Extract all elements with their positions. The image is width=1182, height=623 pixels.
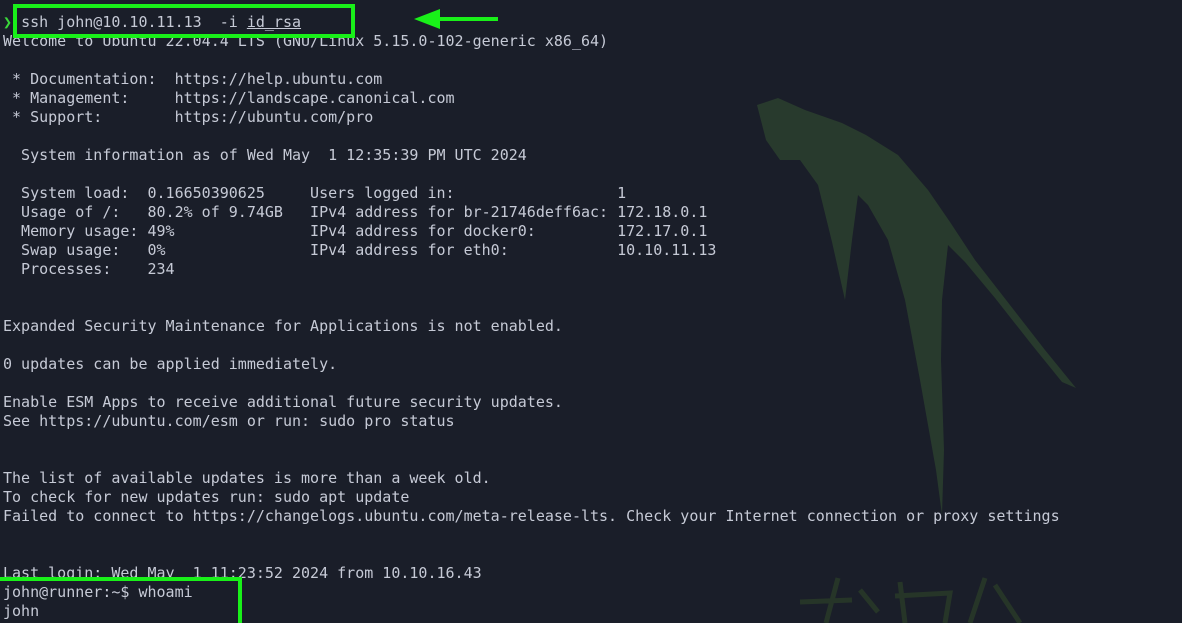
support-link-line: * Support: https://ubuntu.com/pro xyxy=(3,108,374,126)
esm-enable-message: Enable ESM Apps to receive additional fu… xyxy=(3,393,563,411)
updates-old-message: The list of available updates is more th… xyxy=(3,469,491,487)
esm-see-message: See https://ubuntu.com/esm or run: sudo … xyxy=(3,412,455,430)
sysinfo-line: System load: 0.16650390625 Users logged … xyxy=(3,184,627,202)
updates-count: 0 updates can be applied immediately. xyxy=(3,355,338,373)
sysinfo-line: Memory usage: 49% IPv4 address for docke… xyxy=(3,222,708,240)
chevron-right-icon: ❯ xyxy=(3,13,13,31)
sysinfo-line: Usage of /: 80.2% of 9.74GB IPv4 address… xyxy=(3,203,708,221)
sysinfo-header: System information as of Wed May 1 12:35… xyxy=(3,146,527,164)
terminal-window[interactable]: ❯ ssh john@10.10.11.13 -i id_rsa Welcome… xyxy=(0,0,1182,623)
updates-check-message: To check for new updates run: sudo apt u… xyxy=(3,488,410,506)
documentation-link-line: * Documentation: https://help.ubuntu.com xyxy=(3,70,383,88)
whoami-highlight-box xyxy=(0,577,242,623)
sysinfo-line: Swap usage: 0% IPv4 address for eth0: 10… xyxy=(3,241,717,259)
sysinfo-line: Processes: 234 xyxy=(3,260,175,278)
arrow-left-icon xyxy=(414,9,498,29)
esm-notice: Expanded Security Maintenance for Applic… xyxy=(3,317,563,335)
management-link-line: * Management: https://landscape.canonica… xyxy=(3,89,455,107)
command-highlight-box xyxy=(13,4,355,38)
connect-failed-message: Failed to connect to https://changelogs.… xyxy=(3,507,1060,525)
